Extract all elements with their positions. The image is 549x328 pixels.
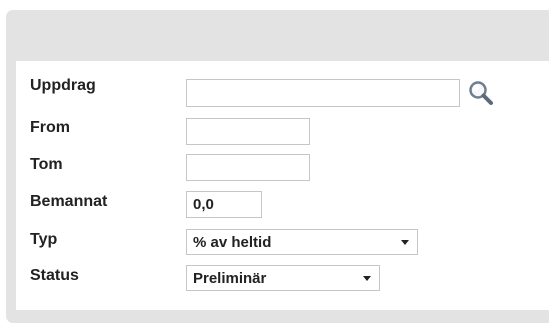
search-icon [469, 81, 493, 105]
bemannat-label: Bemannat [30, 193, 108, 210]
uppdrag-label: Uppdrag [30, 77, 96, 94]
uppdrag-input[interactable] [186, 79, 460, 107]
status-selected-value: Preliminär [193, 269, 267, 287]
search-button[interactable] [466, 78, 496, 108]
status-select[interactable]: Preliminär [186, 265, 380, 291]
bemannat-input[interactable] [186, 191, 262, 218]
status-label: Status [30, 267, 79, 284]
chevron-down-icon [363, 276, 371, 281]
tom-label: Tom [30, 156, 63, 173]
from-label: From [30, 119, 70, 136]
typ-select[interactable]: % av heltid [186, 229, 418, 255]
from-input[interactable] [186, 118, 310, 145]
typ-label: Typ [30, 231, 58, 248]
chevron-down-icon [401, 240, 409, 245]
typ-selected-value: % av heltid [193, 233, 272, 251]
tom-input[interactable] [186, 154, 310, 181]
